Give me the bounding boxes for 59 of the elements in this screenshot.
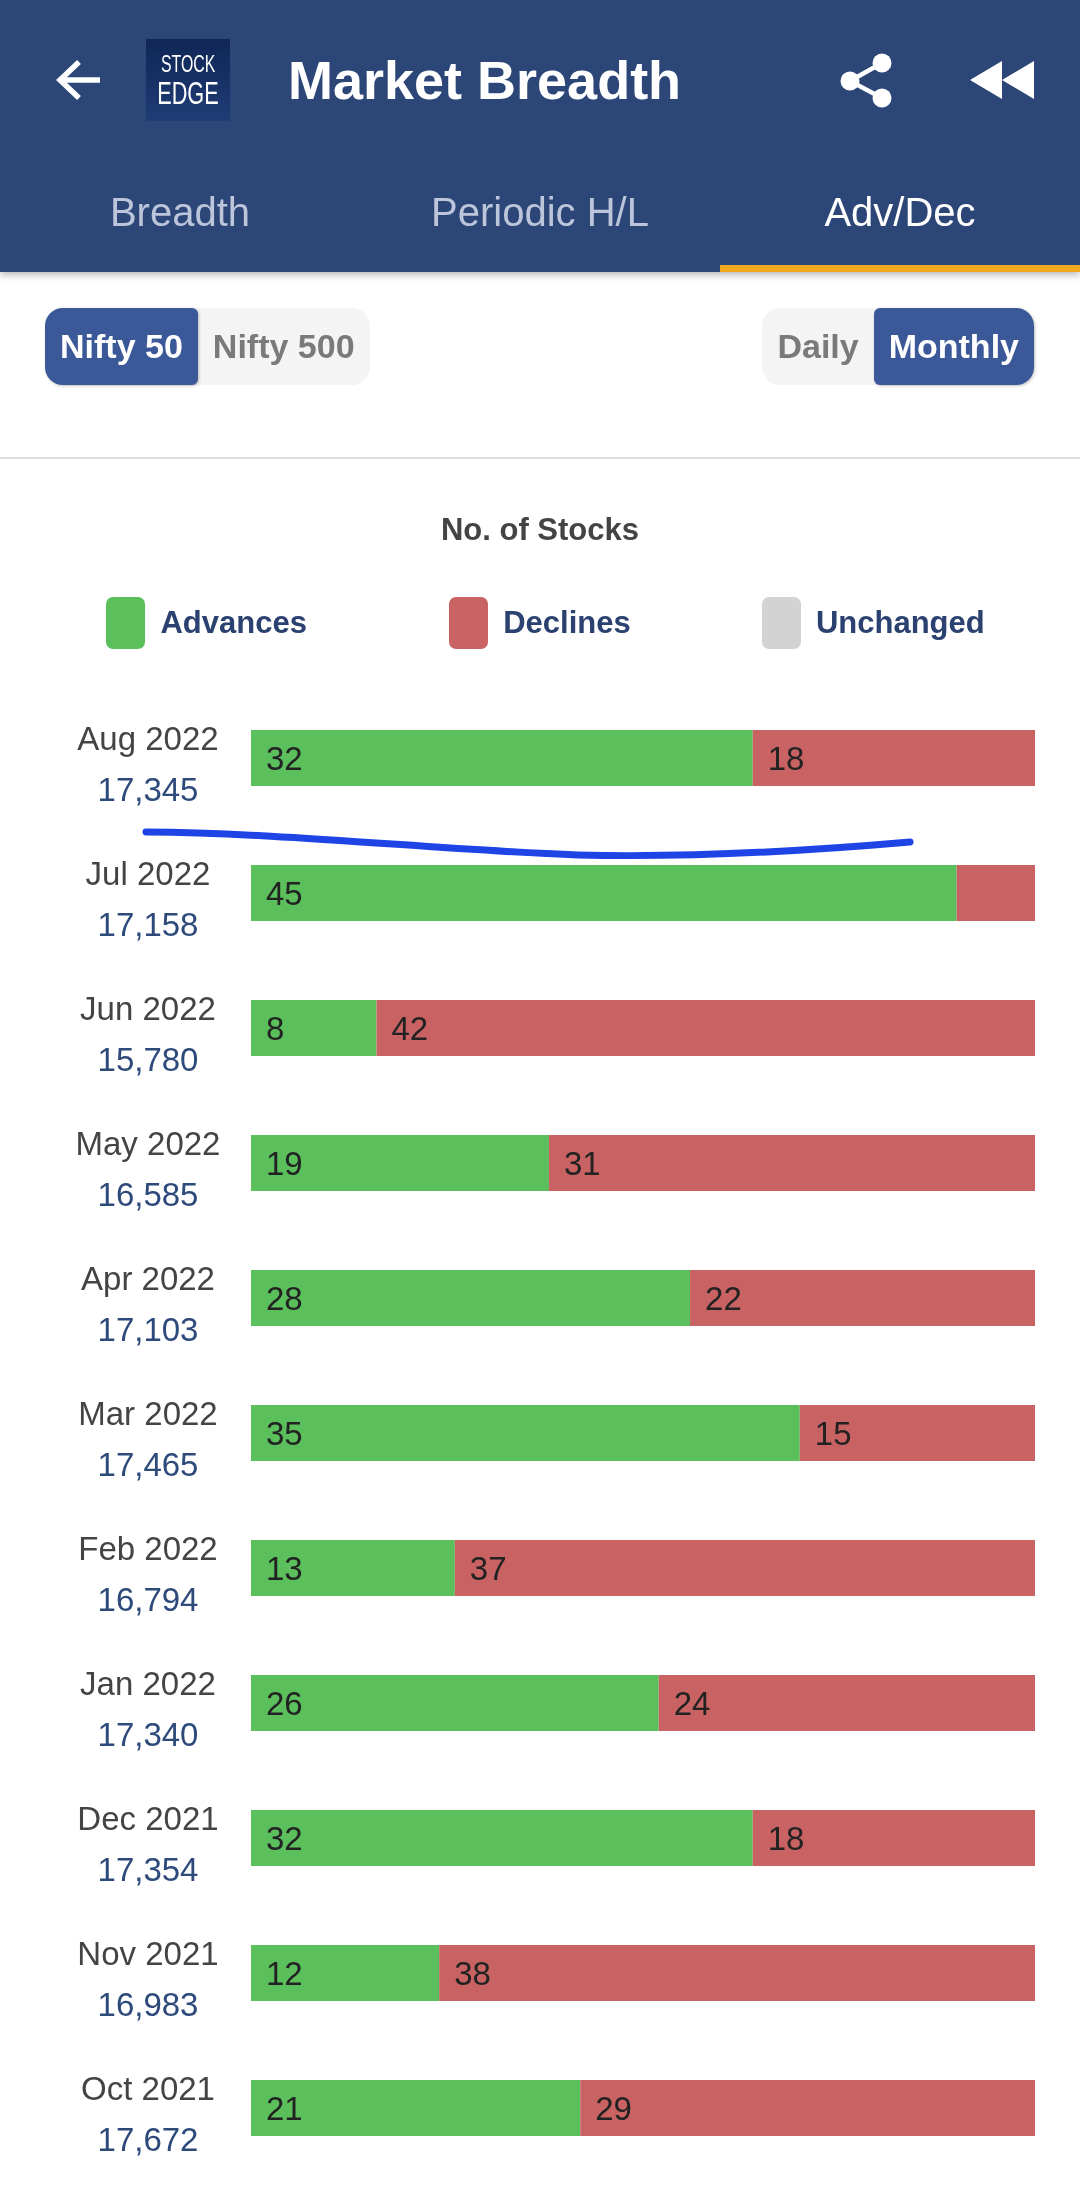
- month-label: Jun 2022: [80, 989, 216, 1029]
- back-arrow-icon[interactable]: [55, 58, 103, 102]
- app-logo: STOCK EDGE: [146, 39, 230, 121]
- index-value: 17,345: [97, 770, 199, 810]
- bar-value: 28: [266, 1280, 303, 1317]
- index-value: 17,103: [97, 1310, 199, 1350]
- index-value: 17,354: [97, 1850, 199, 1890]
- bar-value: 42: [391, 1010, 429, 1047]
- bar-value: 18: [767, 1820, 805, 1857]
- bar-value: 31: [563, 1145, 601, 1182]
- bar-value: 12: [266, 1955, 303, 1992]
- legend-label: Unchanged: [815, 605, 985, 641]
- index-value: 17,465: [97, 1445, 199, 1485]
- bar-value: 18: [767, 740, 805, 777]
- tab[interactable]: Breadth: [0, 160, 360, 272]
- month-label: Mar 2022: [78, 1394, 218, 1434]
- toggle-option[interactable]: Nifty 50: [45, 308, 198, 385]
- tab[interactable]: Adv/Dec: [720, 160, 1080, 272]
- index-value: 17,158: [97, 905, 199, 945]
- bar-value: 19: [266, 1145, 303, 1182]
- legend-label: Advances: [160, 605, 307, 641]
- bar-value: 24: [673, 1685, 711, 1722]
- tab[interactable]: Periodic H/L: [360, 160, 720, 272]
- rewind-icon[interactable]: [970, 61, 1034, 99]
- toggle-option[interactable]: Nifty 500: [197, 308, 370, 385]
- chart-title: No. of Stocks: [440, 511, 640, 549]
- bar-value: 22: [705, 1280, 742, 1317]
- month-label: Oct 2021: [81, 2069, 215, 2109]
- month-label: Dec 2021: [77, 1799, 219, 1839]
- bar-value: 38: [454, 1955, 491, 1992]
- bar-value: 26: [266, 1685, 303, 1722]
- month-label: Nov 2021: [77, 1934, 219, 1974]
- bar-value: 32: [266, 740, 303, 777]
- month-label: May 2022: [75, 1124, 221, 1164]
- index-value: 15,780: [97, 1040, 199, 1080]
- index-value: 16,983: [97, 1985, 199, 2025]
- index-value: 17,672: [97, 2120, 199, 2160]
- month-label: Aug 2022: [77, 719, 219, 759]
- bar-value: 29: [595, 2090, 632, 2127]
- bar-value: 35: [266, 1415, 303, 1452]
- bar-value: 45: [266, 875, 303, 912]
- bar-value: 21: [266, 2090, 303, 2127]
- bar-value: 32: [266, 1820, 303, 1857]
- bar-value: 15: [814, 1415, 852, 1452]
- index-value: 16,585: [97, 1175, 199, 1215]
- bar-value: 13: [266, 1550, 303, 1587]
- month-label: Jul 2022: [85, 854, 211, 894]
- bar-value: 8: [266, 1010, 285, 1047]
- toggle-option[interactable]: Monthly: [873, 308, 1034, 385]
- index-value: 17,340: [97, 1715, 199, 1755]
- index-value: 16,794: [97, 1580, 199, 1620]
- month-label: Apr 2022: [81, 1259, 215, 1299]
- month-label: Feb 2022: [78, 1529, 218, 1569]
- page-title: Market Breadth: [288, 49, 682, 111]
- share-icon[interactable]: [840, 52, 892, 108]
- toggle-option[interactable]: Daily: [762, 308, 874, 385]
- legend-label: Declines: [503, 605, 631, 641]
- month-label: Jan 2022: [80, 1664, 216, 1704]
- bar-value: 37: [469, 1550, 507, 1587]
